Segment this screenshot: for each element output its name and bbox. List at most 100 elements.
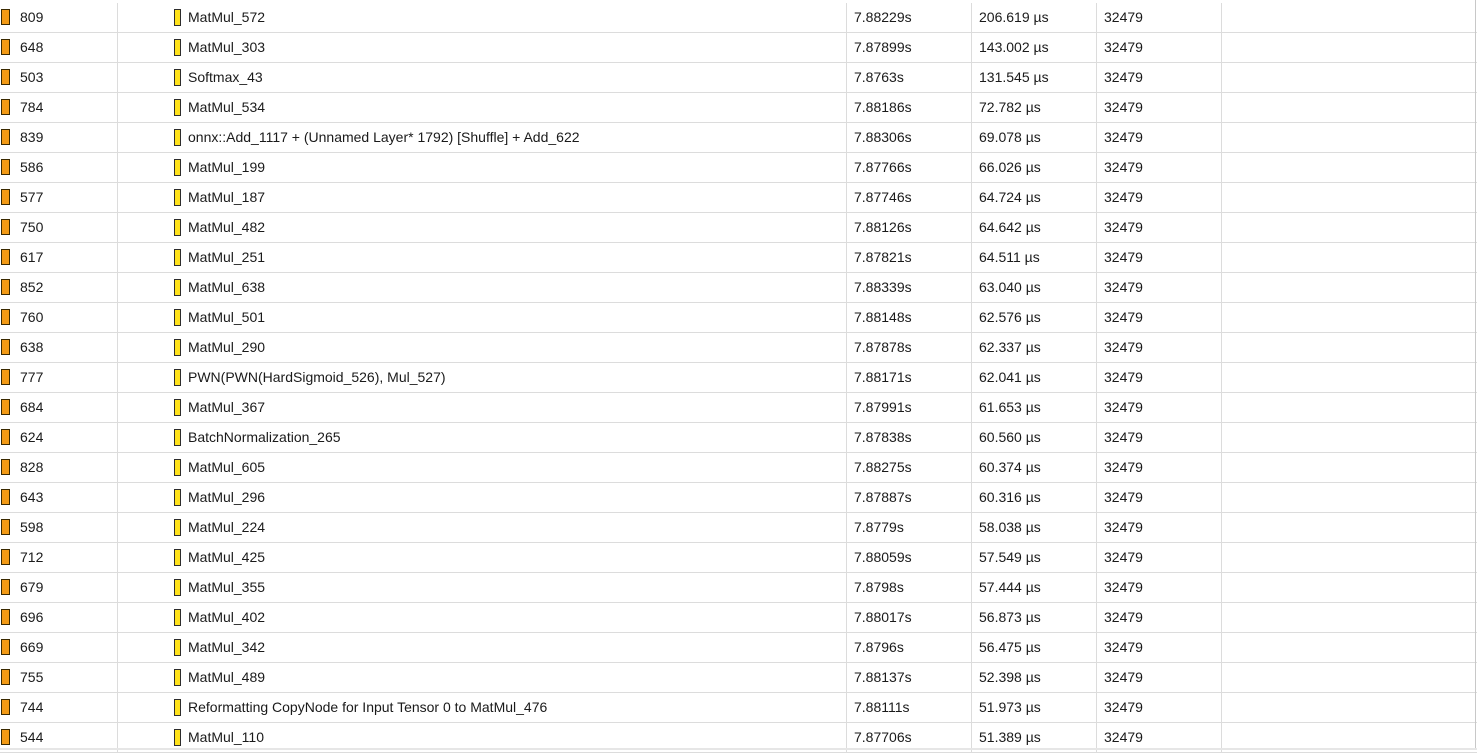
column-divider[interactable] bbox=[1221, 93, 1222, 122]
column-divider[interactable] bbox=[1221, 3, 1222, 32]
table-row[interactable]: 669 MatMul_342 7.8796s 56.475 µs 32479 bbox=[0, 633, 1477, 663]
column-divider[interactable] bbox=[1096, 513, 1097, 542]
column-divider[interactable] bbox=[117, 513, 118, 542]
column-divider[interactable] bbox=[1096, 63, 1097, 92]
column-divider[interactable] bbox=[1096, 123, 1097, 152]
column-divider[interactable] bbox=[1096, 3, 1097, 32]
column-divider[interactable] bbox=[846, 693, 847, 722]
table-row[interactable]: 638 MatMul_290 7.87878s 62.337 µs 32479 bbox=[0, 333, 1477, 363]
column-divider[interactable] bbox=[971, 453, 972, 482]
column-divider[interactable] bbox=[1096, 573, 1097, 602]
column-divider[interactable] bbox=[1096, 333, 1097, 362]
column-divider[interactable] bbox=[846, 63, 847, 92]
column-divider[interactable] bbox=[971, 693, 972, 722]
column-divider[interactable] bbox=[1221, 423, 1222, 452]
column-divider[interactable] bbox=[117, 573, 118, 602]
table-row[interactable]: 777 PWN(PWN(HardSigmoid_526), Mul_527) 7… bbox=[0, 363, 1477, 393]
column-divider[interactable] bbox=[846, 663, 847, 692]
column-divider[interactable] bbox=[1096, 393, 1097, 422]
column-divider[interactable] bbox=[1221, 183, 1222, 212]
column-divider[interactable] bbox=[846, 123, 847, 152]
column-divider[interactable] bbox=[1096, 303, 1097, 332]
column-divider[interactable] bbox=[1221, 393, 1222, 422]
column-divider[interactable] bbox=[117, 423, 118, 452]
column-divider[interactable] bbox=[117, 183, 118, 212]
column-divider[interactable] bbox=[846, 273, 847, 302]
column-divider[interactable] bbox=[846, 33, 847, 62]
column-divider[interactable] bbox=[846, 483, 847, 512]
column-divider[interactable] bbox=[971, 273, 972, 302]
column-divider[interactable] bbox=[1221, 213, 1222, 242]
column-divider[interactable] bbox=[1221, 153, 1222, 182]
column-divider[interactable] bbox=[117, 123, 118, 152]
column-divider[interactable] bbox=[971, 603, 972, 632]
column-divider[interactable] bbox=[971, 243, 972, 272]
column-divider[interactable] bbox=[1221, 333, 1222, 362]
column-divider[interactable] bbox=[971, 303, 972, 332]
column-divider[interactable] bbox=[117, 663, 118, 692]
column-divider[interactable] bbox=[846, 363, 847, 392]
column-divider[interactable] bbox=[846, 633, 847, 662]
column-divider[interactable] bbox=[846, 393, 847, 422]
column-divider[interactable] bbox=[117, 393, 118, 422]
column-divider[interactable] bbox=[117, 3, 118, 32]
column-divider[interactable] bbox=[971, 363, 972, 392]
table-row[interactable]: 712 MatMul_425 7.88059s 57.549 µs 32479 bbox=[0, 543, 1477, 573]
column-divider[interactable] bbox=[971, 123, 972, 152]
table-row[interactable]: 648 MatMul_303 7.87899s 143.002 µs 32479 bbox=[0, 33, 1477, 63]
column-divider[interactable] bbox=[1221, 123, 1222, 152]
table-row[interactable]: 809 MatMul_572 7.88229s 206.619 µs 32479 bbox=[0, 3, 1477, 33]
column-divider[interactable] bbox=[117, 93, 118, 122]
column-divider[interactable] bbox=[1096, 663, 1097, 692]
column-divider[interactable] bbox=[1221, 273, 1222, 302]
column-divider[interactable] bbox=[117, 33, 118, 62]
column-divider[interactable] bbox=[971, 663, 972, 692]
table-row[interactable]: 684 MatMul_367 7.87991s 61.653 µs 32479 bbox=[0, 393, 1477, 423]
column-divider[interactable] bbox=[971, 33, 972, 62]
column-divider[interactable] bbox=[846, 453, 847, 482]
column-divider[interactable] bbox=[1096, 693, 1097, 722]
column-divider[interactable] bbox=[971, 393, 972, 422]
column-divider[interactable] bbox=[971, 483, 972, 512]
column-divider[interactable] bbox=[1096, 363, 1097, 392]
table-row[interactable]: 586 MatMul_199 7.87766s 66.026 µs 32479 bbox=[0, 153, 1477, 183]
column-divider[interactable] bbox=[117, 213, 118, 242]
column-divider[interactable] bbox=[846, 423, 847, 452]
column-divider[interactable] bbox=[117, 483, 118, 512]
column-divider[interactable] bbox=[117, 453, 118, 482]
column-divider[interactable] bbox=[117, 603, 118, 632]
column-divider[interactable] bbox=[1221, 693, 1222, 722]
column-divider[interactable] bbox=[1096, 183, 1097, 212]
column-divider[interactable] bbox=[117, 63, 118, 92]
column-divider[interactable] bbox=[1096, 423, 1097, 452]
column-divider[interactable] bbox=[846, 603, 847, 632]
column-divider[interactable] bbox=[117, 543, 118, 572]
column-divider[interactable] bbox=[1221, 663, 1222, 692]
table-row[interactable]: 696 MatMul_402 7.88017s 56.873 µs 32479 bbox=[0, 603, 1477, 633]
column-divider[interactable] bbox=[117, 153, 118, 182]
table-row[interactable]: 679 MatMul_355 7.8798s 57.444 µs 32479 bbox=[0, 573, 1477, 603]
table-row[interactable]: 755 MatMul_489 7.88137s 52.398 µs 32479 bbox=[0, 663, 1477, 693]
column-divider[interactable] bbox=[1221, 603, 1222, 632]
column-divider[interactable] bbox=[1096, 153, 1097, 182]
table-row[interactable]: 839 onnx::Add_1117 + (Unnamed Layer* 179… bbox=[0, 123, 1477, 153]
column-divider[interactable] bbox=[846, 153, 847, 182]
column-divider[interactable] bbox=[846, 243, 847, 272]
column-divider[interactable] bbox=[117, 273, 118, 302]
table-row[interactable]: 828 MatMul_605 7.88275s 60.374 µs 32479 bbox=[0, 453, 1477, 483]
column-divider[interactable] bbox=[1096, 213, 1097, 242]
column-divider[interactable] bbox=[1096, 543, 1097, 572]
column-divider[interactable] bbox=[846, 573, 847, 602]
column-divider[interactable] bbox=[971, 513, 972, 542]
column-divider[interactable] bbox=[1221, 63, 1222, 92]
table-row[interactable]: 617 MatMul_251 7.87821s 64.511 µs 32479 bbox=[0, 243, 1477, 273]
column-divider[interactable] bbox=[1096, 243, 1097, 272]
table-row[interactable]: 503 Softmax_43 7.8763s 131.545 µs 32479 bbox=[0, 63, 1477, 93]
column-divider[interactable] bbox=[846, 543, 847, 572]
column-divider[interactable] bbox=[1096, 453, 1097, 482]
column-divider[interactable] bbox=[1221, 483, 1222, 512]
column-divider[interactable] bbox=[1221, 363, 1222, 392]
table-row[interactable]: 750 MatMul_482 7.88126s 64.642 µs 32479 bbox=[0, 213, 1477, 243]
column-divider[interactable] bbox=[1221, 513, 1222, 542]
column-divider[interactable] bbox=[117, 243, 118, 272]
